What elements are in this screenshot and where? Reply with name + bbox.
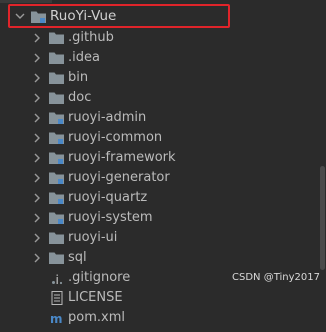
- tree-root-label: RuoYi-Vue: [50, 8, 117, 24]
- tree-item-label: .gitignore: [68, 270, 131, 285]
- chevron-right-icon[interactable]: [31, 68, 43, 88]
- tree-item-label: pom.xml: [68, 310, 125, 325]
- chevron-right-icon[interactable]: [31, 88, 43, 108]
- tree-item-label: ruoyi-quartz: [68, 190, 148, 205]
- module-folder-icon: [49, 171, 65, 185]
- project-tree-panel: RuoYi-Vue .github .idea bin doc ruoyi-ad…: [0, 0, 326, 326]
- tree-item-github[interactable]: .github: [0, 28, 320, 48]
- tree-item-label: ruoyi-generator: [68, 170, 170, 185]
- text-file-icon: [49, 291, 65, 305]
- module-folder-icon: [31, 9, 47, 23]
- tree-root-ruoyi-vue[interactable]: RuoYi-Vue: [0, 4, 320, 28]
- chevron-right-icon[interactable]: [31, 148, 43, 168]
- tree-item-pom-xml[interactable]: m pom.xml: [0, 308, 320, 328]
- chevron-right-icon[interactable]: [31, 108, 43, 128]
- tree-item-label: doc: [68, 90, 92, 105]
- chevron-down-icon[interactable]: [14, 4, 26, 24]
- chevron-right-icon[interactable]: [31, 248, 43, 268]
- chevron-right-icon[interactable]: [31, 168, 43, 188]
- module-folder-icon: [49, 211, 65, 225]
- folder-icon: [49, 251, 65, 265]
- tree-item-ruoyi-quartz[interactable]: ruoyi-quartz: [0, 188, 320, 208]
- tree-item-doc[interactable]: doc: [0, 88, 320, 108]
- folder-icon: [49, 231, 65, 245]
- tree-item-label: ruoyi-system: [68, 210, 153, 225]
- module-folder-icon: [49, 131, 65, 145]
- module-folder-icon: [49, 111, 65, 125]
- tree-item-license[interactable]: LICENSE: [0, 288, 320, 308]
- tree-item-ruoyi-ui[interactable]: ruoyi-ui: [0, 228, 320, 248]
- tree-item-idea[interactable]: .idea: [0, 48, 320, 68]
- folder-icon: [49, 91, 65, 105]
- chevron-right-icon[interactable]: [31, 228, 43, 248]
- tree-item-label: sql: [68, 250, 87, 265]
- chevron-right-icon[interactable]: [31, 188, 43, 208]
- chevron-right-icon[interactable]: [31, 128, 43, 148]
- tree-item-sql[interactable]: sql: [0, 248, 320, 268]
- folder-icon: [49, 51, 65, 65]
- chevron-right-icon[interactable]: [31, 208, 43, 228]
- svg-text:i: i: [56, 273, 59, 285]
- tree-item-bin[interactable]: bin: [0, 68, 320, 88]
- folder-icon: [49, 31, 65, 45]
- chevron-right-icon[interactable]: [31, 28, 43, 48]
- tree-item-label: ruoyi-common: [68, 130, 163, 145]
- gitignore-file-icon: i: [49, 271, 65, 287]
- maven-file-icon: m: [49, 311, 65, 326]
- scrollbar-thumb[interactable]: [320, 166, 325, 270]
- tree-item-ruoyi-generator[interactable]: ruoyi-generator: [0, 168, 320, 188]
- tree-item-label: bin: [68, 70, 89, 85]
- tree-item-ruoyi-common[interactable]: ruoyi-common: [0, 128, 320, 148]
- svg-text:m: m: [50, 312, 63, 325]
- tree-item-label: ruoyi-ui: [68, 230, 118, 245]
- tree-item-label: .github: [68, 30, 114, 45]
- tree-item-label: LICENSE: [68, 290, 123, 305]
- watermark: CSDN @Tiny2017: [232, 272, 320, 283]
- tree-item-ruoyi-system[interactable]: ruoyi-system: [0, 208, 320, 228]
- tree-item-ruoyi-framework[interactable]: ruoyi-framework: [0, 148, 320, 168]
- folder-icon: [49, 71, 65, 85]
- tree-item-label: .idea: [68, 50, 100, 65]
- tree-item-label: ruoyi-admin: [68, 110, 147, 125]
- module-folder-icon: [49, 151, 65, 165]
- tree-item-ruoyi-admin[interactable]: ruoyi-admin: [0, 108, 320, 128]
- chevron-right-icon[interactable]: [31, 48, 43, 68]
- module-folder-icon: [49, 191, 65, 205]
- tree-item-label: ruoyi-framework: [68, 150, 176, 165]
